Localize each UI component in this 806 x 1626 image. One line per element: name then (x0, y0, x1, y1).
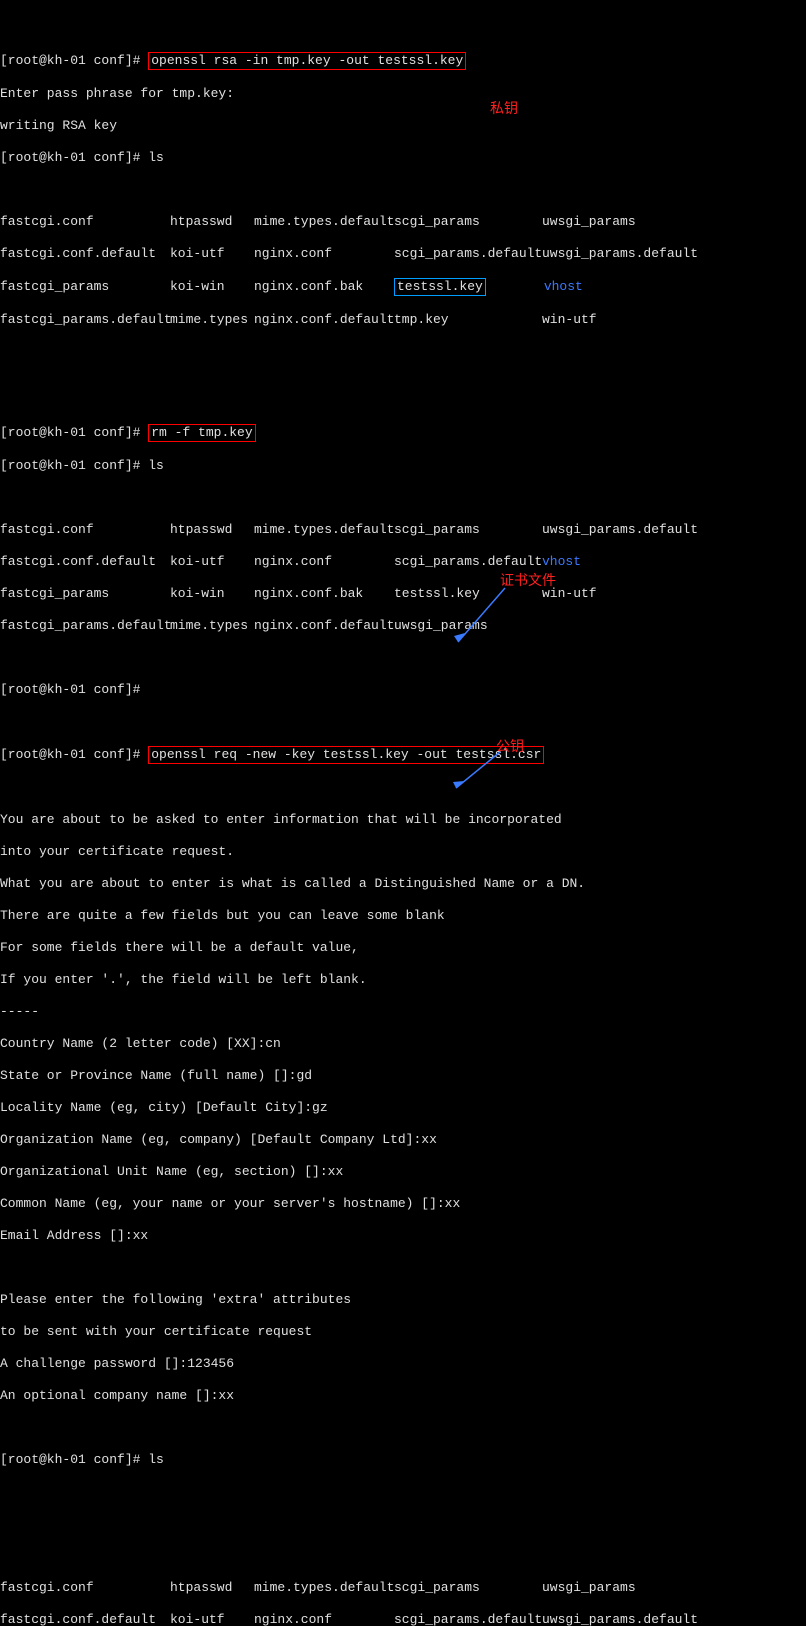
output: into your certificate request. (0, 844, 806, 860)
ls-row: fastcgi.confhtpasswdmime.types.defaultsc… (0, 1580, 806, 1596)
output: Email Address []:xx (0, 1228, 806, 1244)
cmd-box: openssl req -new -key testssl.key -out t… (148, 746, 544, 764)
prompt-line: [root@kh-01 conf]# (0, 682, 806, 698)
output: Locality Name (eg, city) [Default City]:… (0, 1100, 806, 1116)
file-box-testssl-key: testssl.key (394, 278, 486, 296)
ls-row: fastcgi_paramskoi-winnginx.conf.baktests… (0, 278, 806, 296)
ls-row: fastcgi.confhtpasswdmime.types.defaultsc… (0, 214, 806, 230)
ls-row: fastcgi_paramskoi-winnginx.conf.baktests… (0, 586, 806, 602)
cmd-box: rm -f tmp.key (148, 424, 255, 442)
prompt-line: [root@kh-01 conf]# ls (0, 1452, 806, 1468)
output (0, 1260, 806, 1276)
output: Organizational Unit Name (eg, section) [… (0, 1164, 806, 1180)
prompt-line: [root@kh-01 conf]# openssl rsa -in tmp.k… (0, 52, 806, 70)
output: There are quite a few fields but you can… (0, 908, 806, 924)
annotation-cert-file: 证书文件 (500, 572, 556, 588)
cmd-box: openssl rsa -in tmp.key -out testssl.key (148, 52, 466, 70)
prompt-line: [root@kh-01 conf]# rm -f tmp.key (0, 424, 806, 442)
prompt-line: [root@kh-01 conf]# ls (0, 150, 806, 166)
ls-row: fastcgi.conf.defaultkoi-utfnginx.confscg… (0, 1612, 806, 1626)
output: Enter pass phrase for tmp.key: (0, 86, 806, 102)
output: A challenge password []:123456 (0, 1356, 806, 1372)
prompt-line: [root@kh-01 conf]# openssl req -new -key… (0, 746, 806, 764)
output: to be sent with your certificate request (0, 1324, 806, 1340)
ls-row: fastcgi.conf.defaultkoi-utfnginx.confscg… (0, 246, 806, 262)
ls-row: fastcgi_params.defaultmime.typesnginx.co… (0, 618, 806, 634)
ls-row: fastcgi.confhtpasswdmime.types.defaultsc… (0, 522, 806, 538)
output: Please enter the following 'extra' attri… (0, 1292, 806, 1308)
output: If you enter '.', the field will be left… (0, 972, 806, 988)
output: Organization Name (eg, company) [Default… (0, 1132, 806, 1148)
output: You are about to be asked to enter infor… (0, 812, 806, 828)
output: Country Name (2 letter code) [XX]:cn (0, 1036, 806, 1052)
output: For some fields there will be a default … (0, 940, 806, 956)
terminal[interactable]: [root@kh-01 conf]# openssl rsa -in tmp.k… (0, 0, 806, 1626)
annotation-private-key: 私钥 (490, 100, 518, 116)
output: State or Province Name (full name) []:gd (0, 1068, 806, 1084)
output: An optional company name []:xx (0, 1388, 806, 1404)
output: Common Name (eg, your name or your serve… (0, 1196, 806, 1212)
annotation-public-key: 公钥 (496, 738, 524, 754)
output: ----- (0, 1004, 806, 1020)
prompt-line: [root@kh-01 conf]# ls (0, 458, 806, 474)
output: What you are about to enter is what is c… (0, 876, 806, 892)
ls-row: fastcgi_params.defaultmime.typesnginx.co… (0, 312, 806, 328)
ls-row: fastcgi.conf.defaultkoi-utfnginx.confscg… (0, 554, 806, 570)
output: writing RSA key (0, 118, 806, 134)
